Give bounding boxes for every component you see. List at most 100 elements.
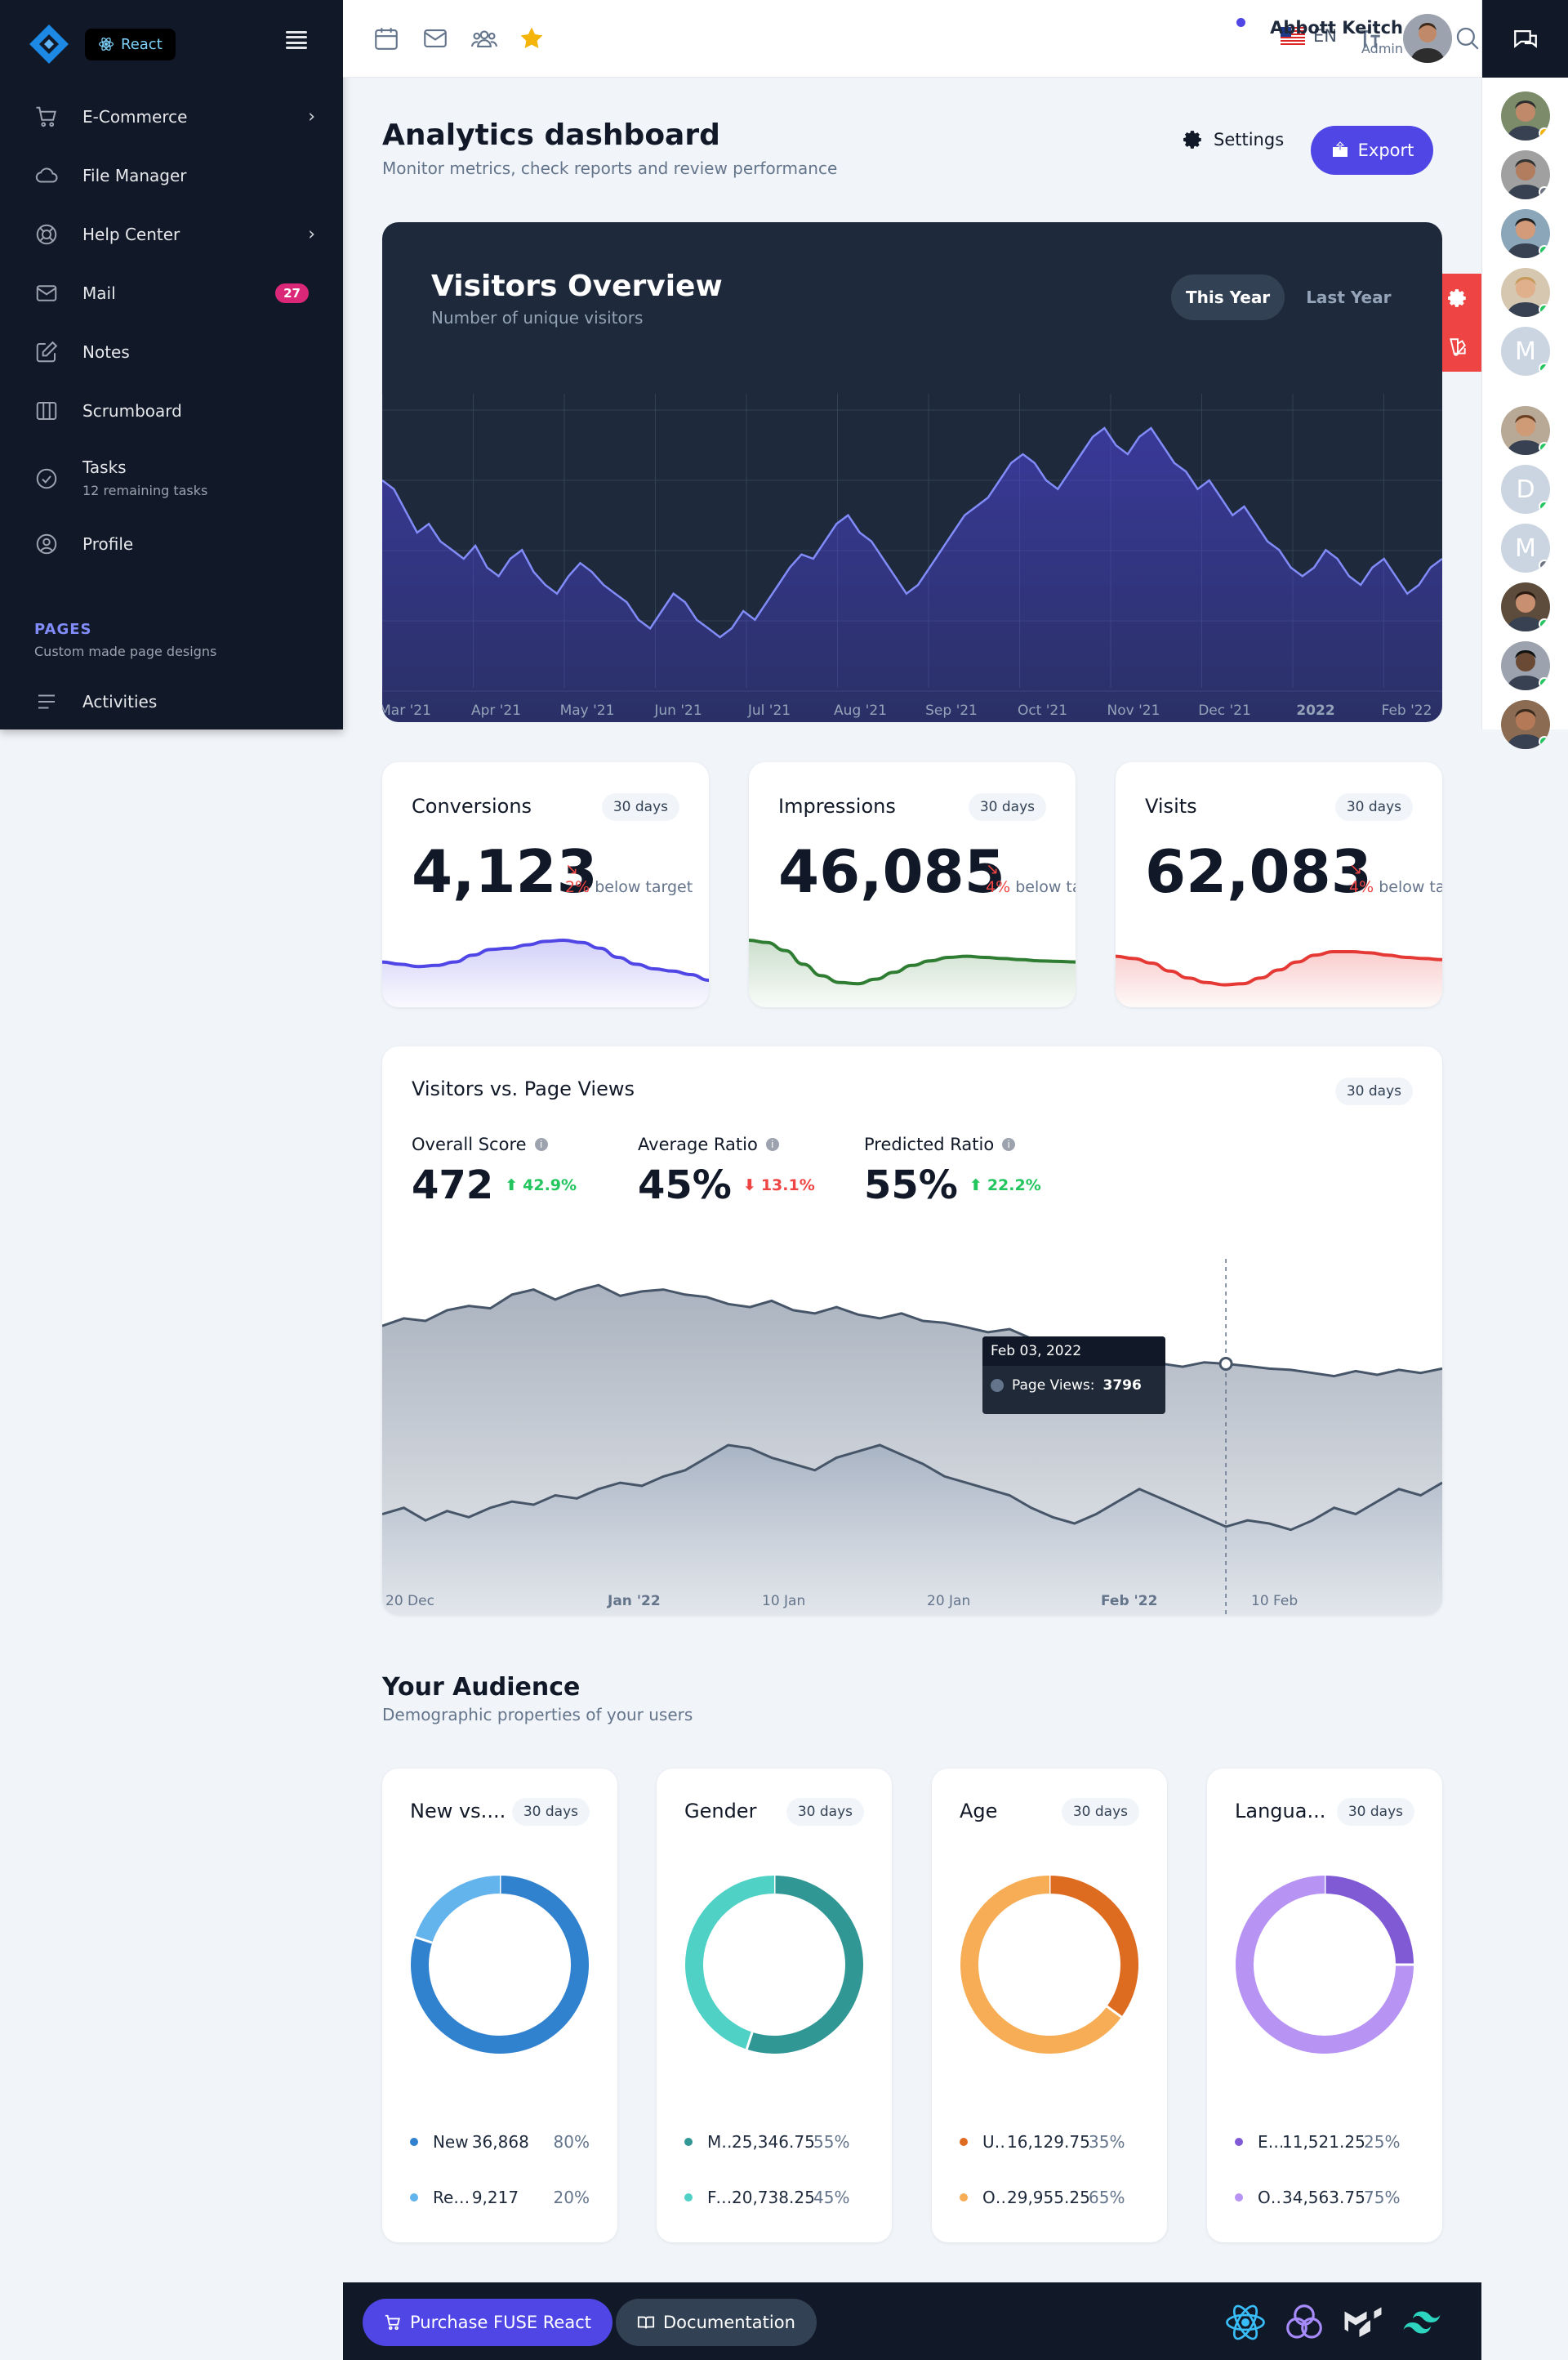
legend-percent: 25% [1364,2132,1401,2152]
sidebar: React E-Commerce › File Manager Help Cen… [0,0,343,729]
legend-dot [410,2138,418,2146]
info-icon[interactable]: i [765,1138,779,1151]
legend-item: Male25,346.7555% [684,2132,864,2152]
react-logo-icon [1226,2304,1265,2340]
sidebar-item-notes[interactable]: Notes [0,329,343,375]
period-badge[interactable]: 30 days [1336,1798,1414,1826]
users-icon[interactable] [470,25,498,52]
chat-toggle[interactable] [1482,0,1568,78]
sidebar-item-label: Help Center [82,225,180,244]
donut-slice [415,1876,501,1943]
contact-avatar[interactable] [1501,209,1550,258]
legend-item: English11,521.2525% [1235,2132,1414,2152]
period-badge[interactable]: 30 days [1061,1798,1139,1826]
sidebar-item-ecommerce[interactable]: E-Commerce › [0,94,343,140]
menu-toggle-icon[interactable] [286,31,307,49]
legend-name: Over 30 [982,2188,1007,2207]
period-badge[interactable]: 30 days [511,1798,590,1826]
calendar-icon[interactable] [372,25,400,52]
user-menu[interactable]: Abbott Keitch Admin [1270,18,1403,56]
x-tick-label: Mar '21 [382,703,431,719]
notification-dot [1236,18,1245,27]
star-icon[interactable] [518,25,546,52]
period-badge[interactable]: 30 days [968,793,1046,821]
contact-avatar[interactable] [1501,268,1550,317]
page-subtitle: Monitor metrics, check reports and revie… [382,158,838,178]
visitors-overview-card: Mar '21 Apr '21 May '21 Jun '21 Jul '21 Aug '… [382,222,1442,722]
react-icon [99,37,114,51]
react-badge-label: React [121,35,163,53]
stat-title: Impressions [778,795,896,818]
contact-avatar[interactable] [1501,91,1550,141]
legend-percent: 20% [553,2188,590,2207]
sidebar-item-activities[interactable]: Activities [0,679,343,725]
purchase-button[interactable]: Purchase FUSE React [363,2299,612,2346]
stat-delta: ↘4% below target [1349,860,1442,896]
stat-delta: ↘ 2% below target [565,860,693,896]
visitors-area [382,428,1442,722]
contact-avatar[interactable] [1501,150,1550,199]
user-role: Admin [1361,41,1403,56]
cart-icon [34,105,59,129]
contacts-panel: MDM [1481,0,1568,749]
contact-avatar[interactable]: M [1501,327,1550,376]
score-label: Predicted Ratio [864,1135,995,1154]
presence-dot [1539,245,1550,257]
contact-avatar[interactable] [1501,700,1550,749]
score-label: Average Ratio [638,1135,758,1154]
mail-icon[interactable] [421,25,449,52]
arrow-up-icon: ⬆ [969,1176,982,1194]
user-avatar[interactable] [1403,14,1452,63]
period-badge[interactable]: 30 days [1334,793,1413,821]
contact-avatar[interactable]: D [1501,465,1550,514]
contact-avatar[interactable] [1501,406,1550,455]
donut-slice [960,1876,1122,2054]
tab-last-year[interactable]: Last Year [1291,274,1405,320]
sidebar-item-tasks[interactable]: Tasks 12 remaining tasks [0,454,343,503]
legend-percent: 35% [1089,2132,1125,2152]
react-badge: React [85,28,176,60]
audience-card-gender: Gender 30 days Male25,346.7555% Female20… [657,1769,892,2242]
legend-dot [684,2193,693,2202]
purchase-label: Purchase FUSE React [410,2313,591,2332]
donut-chart [960,1876,1138,2054]
contact-avatar[interactable] [1501,582,1550,631]
documentation-button[interactable]: Documentation [616,2299,817,2346]
stat-delta-percent: 4% [1349,878,1374,896]
stat-title: Conversions [412,795,532,818]
info-icon[interactable]: i [1002,1138,1016,1151]
pages-section-header: PAGES [34,621,92,638]
period-badge[interactable]: 30 days [601,793,679,821]
contact-avatar[interactable]: M [1501,524,1550,573]
sidebar-item-mail[interactable]: Mail 27 [0,270,343,316]
audience-card-age: Age 30 days Under 3016,129.7535% Over 30… [932,1769,1167,2242]
period-badge[interactable]: 30 days [1334,1077,1413,1105]
legend-percent: 55% [813,2132,850,2152]
x-tick-label: Apr '21 [471,703,521,719]
legend-value: 34,563.75 [1282,2188,1365,2207]
legend-name: Other [1258,2188,1282,2207]
stat-delta-text: below target [1015,878,1076,896]
contact-avatar[interactable] [1501,641,1550,690]
search-icon[interactable] [1454,25,1481,52]
visitors-vs-pageviews-card: 20 Dec Jan '22 10 Jan 20 Jan Feb '22 10 Feb V… [382,1046,1442,1615]
period-badge[interactable]: 30 days [786,1798,864,1826]
legend-dot [960,2138,968,2146]
sidebar-item-label: Tasks [82,457,127,477]
settings-button[interactable]: Settings [1183,129,1284,150]
score-value: 55% [864,1162,958,1208]
sparkline-area [382,940,709,1007]
info-icon[interactable]: i [534,1138,548,1151]
sidebar-item-scrumboard[interactable]: Scrumboard [0,388,343,434]
export-button[interactable]: Export [1311,126,1433,175]
sidebar-item-profile[interactable]: Profile [0,521,343,567]
legend-item: Female20,738.2545% [684,2188,864,2207]
x-tick-label: 10 Jan [762,1593,805,1609]
sidebar-item-file-manager[interactable]: File Manager [0,153,343,199]
tab-this-year[interactable]: This Year [1171,274,1285,320]
sidebar-item-help-center[interactable]: Help Center › [0,212,343,257]
sparkline-area [1116,952,1442,1007]
presence-dot [1539,186,1550,198]
impressions-sparkline [749,939,1076,1007]
donut-chart [411,1876,589,2054]
